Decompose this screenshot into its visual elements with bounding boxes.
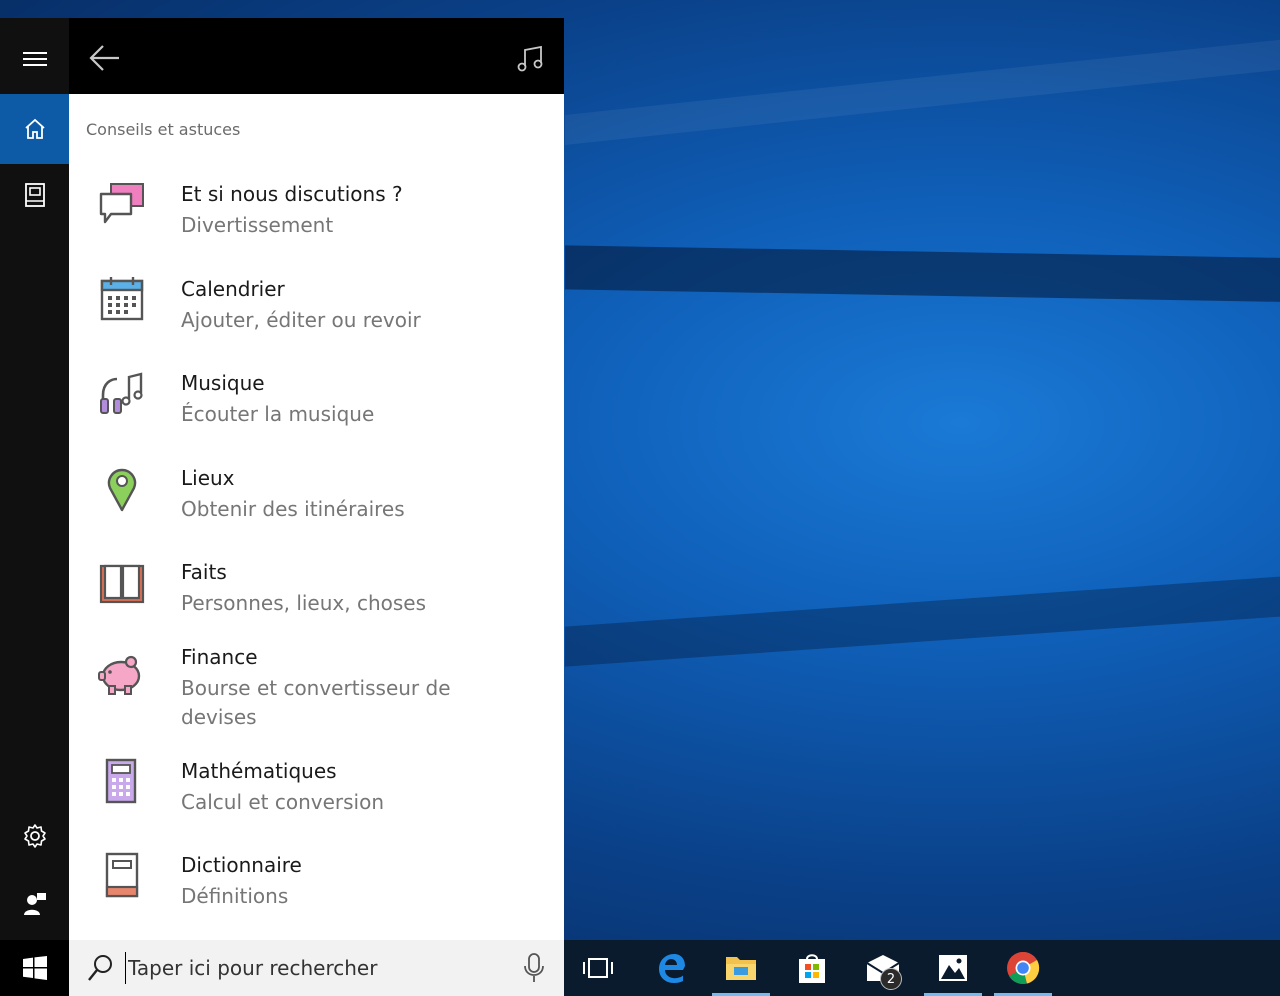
dictionary-icon — [105, 852, 139, 898]
windows-logo-icon — [22, 956, 47, 980]
list-item-facts[interactable]: Faits Personnes, lieux, choses — [69, 550, 564, 640]
tips-panel: Conseils et astuces Et si nous discution… — [69, 94, 564, 940]
taskbar: 2 — [0, 940, 1280, 996]
task-view-button[interactable] — [567, 940, 629, 996]
item-title: Lieux — [181, 466, 235, 490]
start-button[interactable] — [0, 940, 69, 996]
item-subtitle: Calcul et conversion — [181, 790, 385, 814]
taskbar-app-store[interactable] — [781, 940, 843, 996]
item-subtitle: Définitions — [181, 884, 289, 908]
list-item-chat[interactable]: Et si nous discutions ? Divertissement — [69, 172, 564, 262]
list-item-finance[interactable]: Finance Bourse et convertisseur de devis… — [69, 635, 564, 750]
chat-bubbles-icon — [99, 183, 144, 224]
feedback-icon — [23, 893, 46, 915]
microphone-icon[interactable] — [522, 952, 546, 984]
item-subtitle: Écouter la musique — [181, 402, 375, 426]
rail-item-notebook[interactable] — [0, 160, 69, 230]
item-subtitle: Ajouter, éditer ou revoir — [181, 308, 421, 332]
music-note-icon[interactable] — [516, 44, 546, 74]
item-title: Mathématiques — [181, 759, 337, 783]
menu-button[interactable] — [0, 24, 69, 94]
cortana-nav-rail — [0, 18, 69, 940]
list-item-music[interactable]: Musique Écouter la musique — [69, 361, 564, 451]
taskbar-app-mail[interactable]: 2 — [852, 940, 914, 996]
list-item-dictionary[interactable]: Dictionnaire Définitions — [69, 843, 564, 933]
chrome-icon — [1007, 951, 1040, 985]
hamburger-icon — [22, 52, 47, 66]
gear-icon — [23, 824, 46, 848]
calendar-icon — [100, 277, 144, 321]
item-title: Musique — [181, 371, 265, 395]
notebook-icon — [24, 183, 45, 207]
item-subtitle: Bourse et convertisseur de devises — [181, 676, 451, 729]
item-title: Faits — [181, 560, 227, 584]
edge-icon — [659, 954, 685, 983]
item-subtitle: Obtenir des itinéraires — [181, 497, 405, 521]
item-title: Dictionnaire — [181, 853, 302, 877]
search-box[interactable] — [69, 940, 564, 996]
rail-item-feedback[interactable] — [0, 869, 69, 939]
search-input[interactable] — [125, 952, 505, 984]
taskbar-app-edge[interactable] — [640, 940, 702, 996]
item-subtitle: Divertissement — [181, 213, 334, 237]
calculator-icon — [105, 758, 137, 804]
open-book-icon — [99, 564, 145, 604]
section-title: Conseils et astuces — [86, 120, 241, 139]
list-item-calendar[interactable]: Calendrier Ajouter, éditer ou revoir — [69, 267, 564, 357]
store-icon — [799, 954, 825, 983]
wallpaper-light-beam — [565, 573, 1280, 667]
item-title: Finance — [181, 645, 258, 669]
item-subtitle: Personnes, lieux, choses — [181, 591, 427, 615]
item-title: Et si nous discutions ? — [181, 182, 403, 206]
headphones-music-icon — [100, 372, 143, 414]
file-explorer-icon — [726, 957, 756, 980]
photos-icon — [939, 955, 967, 981]
wallpaper-light-beam — [565, 35, 1280, 145]
taskbar-app-photos[interactable] — [922, 940, 984, 996]
rail-item-home[interactable] — [0, 94, 69, 164]
item-title: Calendrier — [181, 277, 285, 301]
list-item-places[interactable]: Lieux Obtenir des itinéraires — [69, 456, 564, 546]
wallpaper-light-beam — [565, 245, 1280, 303]
home-icon — [24, 118, 45, 139]
search-icon — [88, 955, 112, 981]
taskbar-app-chrome[interactable] — [992, 940, 1054, 996]
unread-badge: 2 — [880, 968, 902, 990]
piggy-bank-icon — [98, 655, 141, 695]
cortana-header — [69, 18, 564, 94]
map-pin-icon — [107, 468, 137, 512]
list-item-math[interactable]: Mathématiques Calcul et conversion — [69, 749, 564, 839]
task-view-icon — [583, 958, 613, 978]
taskbar-app-file-explorer[interactable] — [710, 940, 772, 996]
back-arrow-icon[interactable] — [85, 40, 125, 76]
rail-item-settings[interactable] — [0, 801, 69, 871]
